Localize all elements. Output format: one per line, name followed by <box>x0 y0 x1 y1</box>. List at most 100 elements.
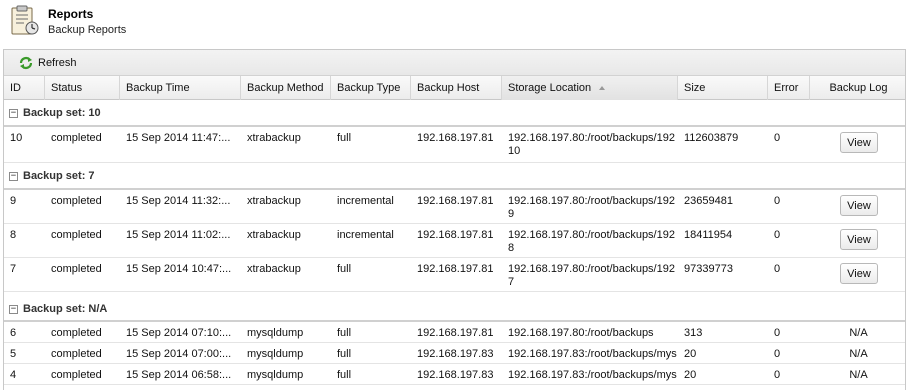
cell-error: 0 <box>774 369 781 381</box>
cell-status: completed <box>51 229 102 241</box>
cell-storage-location: 192.168.197.80:/root/backups/192 9 <box>502 195 678 221</box>
storage-location-line: 192.168.197.80:/root/backups/192 <box>508 132 675 144</box>
cell-backup-method: xtrabackup <box>247 229 301 241</box>
group-label: Backup set: 10 <box>23 107 101 119</box>
cell-backup-host: 192.168.197.83 <box>417 369 494 381</box>
table-row[interactable]: 5 completed 15 Sep 2014 07:00:... mysqld… <box>4 343 905 364</box>
cell-id: 7 <box>10 263 17 275</box>
cell-size: 23659481 <box>684 195 733 207</box>
column-header-error[interactable]: Error <box>768 76 810 100</box>
collapse-icon[interactable]: − <box>9 305 18 314</box>
refresh-button[interactable]: Refresh <box>18 54 77 72</box>
cell-status: completed <box>51 369 102 381</box>
cell-size: 20 <box>684 348 697 360</box>
cell-backup-time: 15 Sep 2014 07:00:... <box>126 348 232 360</box>
cell-error: 0 <box>774 263 781 275</box>
storage-location-continuation: 7 <box>508 276 515 288</box>
cell-backup-log: N/A <box>849 369 868 381</box>
page-header: Reports Backup Reports <box>0 0 910 48</box>
table-row[interactable]: 7 completed 15 Sep 2014 10:47:... xtraba… <box>4 258 905 292</box>
cell-backup-host: 192.168.197.81 <box>417 327 494 339</box>
cell-backup-method: xtrabackup <box>247 195 301 207</box>
column-header-id[interactable]: ID <box>4 76 45 100</box>
cell-backup-host: 192.168.197.81 <box>417 195 494 207</box>
cell-backup-time: 15 Sep 2014 06:58:... <box>126 369 232 381</box>
table-row[interactable]: 9 completed 15 Sep 2014 11:32:... xtraba… <box>4 190 905 224</box>
storage-location-line: 192.168.197.80:/root/backups/192 <box>508 263 675 275</box>
cell-storage-location: 192.168.197.80:/root/backups/192 7 <box>502 263 678 289</box>
column-header-backup-type[interactable]: Backup Type <box>331 76 411 100</box>
collapse-icon[interactable]: − <box>9 109 18 118</box>
view-log-button[interactable]: View <box>840 263 878 284</box>
cell-backup-time: 15 Sep 2014 11:47:... <box>126 132 231 144</box>
column-header-size[interactable]: Size <box>678 76 768 100</box>
cell-backup-log: N/A <box>849 348 868 360</box>
clipboard-report-icon <box>11 5 39 35</box>
storage-location-line: 192.168.197.80:/root/backups/192 <box>508 195 675 207</box>
group-header-backup-set[interactable]: − Backup set: N/A <box>4 292 905 322</box>
cell-storage-location: 192.168.197.80:/root/backups/192 10 <box>502 132 678 158</box>
cell-backup-method: mysqldump <box>247 327 304 339</box>
group-header-backup-set[interactable]: − Backup set: 7 <box>4 163 905 190</box>
cell-storage-location: 192.168.197.80:/root/backups <box>508 327 654 339</box>
cell-backup-host: 192.168.197.83 <box>417 348 494 360</box>
column-header-status[interactable]: Status <box>45 76 120 100</box>
column-header-backup-log[interactable]: Backup Log <box>810 76 905 100</box>
cell-backup-type: full <box>337 327 352 339</box>
cell-backup-type: full <box>337 263 352 275</box>
column-header-row: ID Status Backup Time Backup Method Back… <box>4 76 905 100</box>
cell-size: 313 <box>684 327 703 339</box>
cell-status: completed <box>51 195 102 207</box>
cell-backup-type: full <box>337 369 352 381</box>
page-title: Reports <box>48 7 94 21</box>
cell-backup-method: xtrabackup <box>247 263 301 275</box>
cell-size: 20 <box>684 369 697 381</box>
cell-id: 10 <box>10 132 23 144</box>
cell-backup-time: 15 Sep 2014 07:10:... <box>126 327 232 339</box>
cell-error: 0 <box>774 229 781 241</box>
cell-backup-host: 192.168.197.81 <box>417 263 494 275</box>
collapse-icon[interactable]: − <box>9 172 18 181</box>
group-header-backup-set[interactable]: − Backup set: 10 <box>4 100 905 127</box>
view-log-button[interactable]: View <box>840 195 878 216</box>
group-label: Backup set: 7 <box>23 170 95 182</box>
cell-status: completed <box>51 348 102 360</box>
table-row[interactable]: 8 completed 15 Sep 2014 11:02:... xtraba… <box>4 224 905 258</box>
group-label: Backup set: N/A <box>23 303 108 315</box>
table-row[interactable]: 4 completed 15 Sep 2014 06:58:... mysqld… <box>4 364 905 385</box>
column-header-backup-time[interactable]: Backup Time <box>120 76 241 100</box>
cell-storage-location: 192.168.197.83:/root/backups/mys <box>508 348 677 360</box>
table-row[interactable]: 6 completed 15 Sep 2014 07:10:... mysqld… <box>4 322 905 343</box>
cell-status: completed <box>51 327 102 339</box>
cell-error: 0 <box>774 348 781 360</box>
column-header-storage-location-label: Storage Location <box>508 82 592 94</box>
table-row[interactable]: 10 completed 15 Sep 2014 11:47:... xtrab… <box>4 127 905 163</box>
cell-backup-time: 15 Sep 2014 11:32:... <box>126 195 231 207</box>
column-header-backup-host[interactable]: Backup Host <box>411 76 502 100</box>
cell-storage-location: 192.168.197.80:/root/backups/192 8 <box>502 229 678 255</box>
storage-location-line: 192.168.197.80:/root/backups/192 <box>508 229 675 241</box>
cell-backup-host: 192.168.197.81 <box>417 132 494 144</box>
cell-size: 18411954 <box>684 229 733 241</box>
view-log-button[interactable]: View <box>840 132 878 153</box>
sort-ascending-icon <box>599 86 606 91</box>
page-subtitle: Backup Reports <box>48 24 127 36</box>
cell-backup-type: full <box>337 132 352 144</box>
cell-status: completed <box>51 132 102 144</box>
cell-status: completed <box>51 263 102 275</box>
view-log-button[interactable]: View <box>840 229 878 250</box>
cell-storage-location: 192.168.197.83:/root/backups/mys <box>508 369 677 381</box>
storage-location-continuation: 10 <box>508 145 521 157</box>
cell-backup-type: full <box>337 348 352 360</box>
refresh-label: Refresh <box>38 57 77 69</box>
cell-id: 8 <box>10 229 17 241</box>
column-header-backup-method[interactable]: Backup Method <box>241 76 331 100</box>
cell-backup-type: incremental <box>337 229 394 241</box>
grid-toolbar: Refresh <box>4 50 905 76</box>
column-header-storage-location[interactable]: Storage Location <box>502 76 678 100</box>
cell-id: 9 <box>10 195 17 207</box>
reports-grid-panel: Refresh ID Status Backup Time Backup Met… <box>3 49 906 390</box>
cell-size: 97339773 <box>684 263 733 275</box>
cell-backup-method: mysqldump <box>247 348 304 360</box>
cell-backup-log: N/A <box>849 327 868 339</box>
